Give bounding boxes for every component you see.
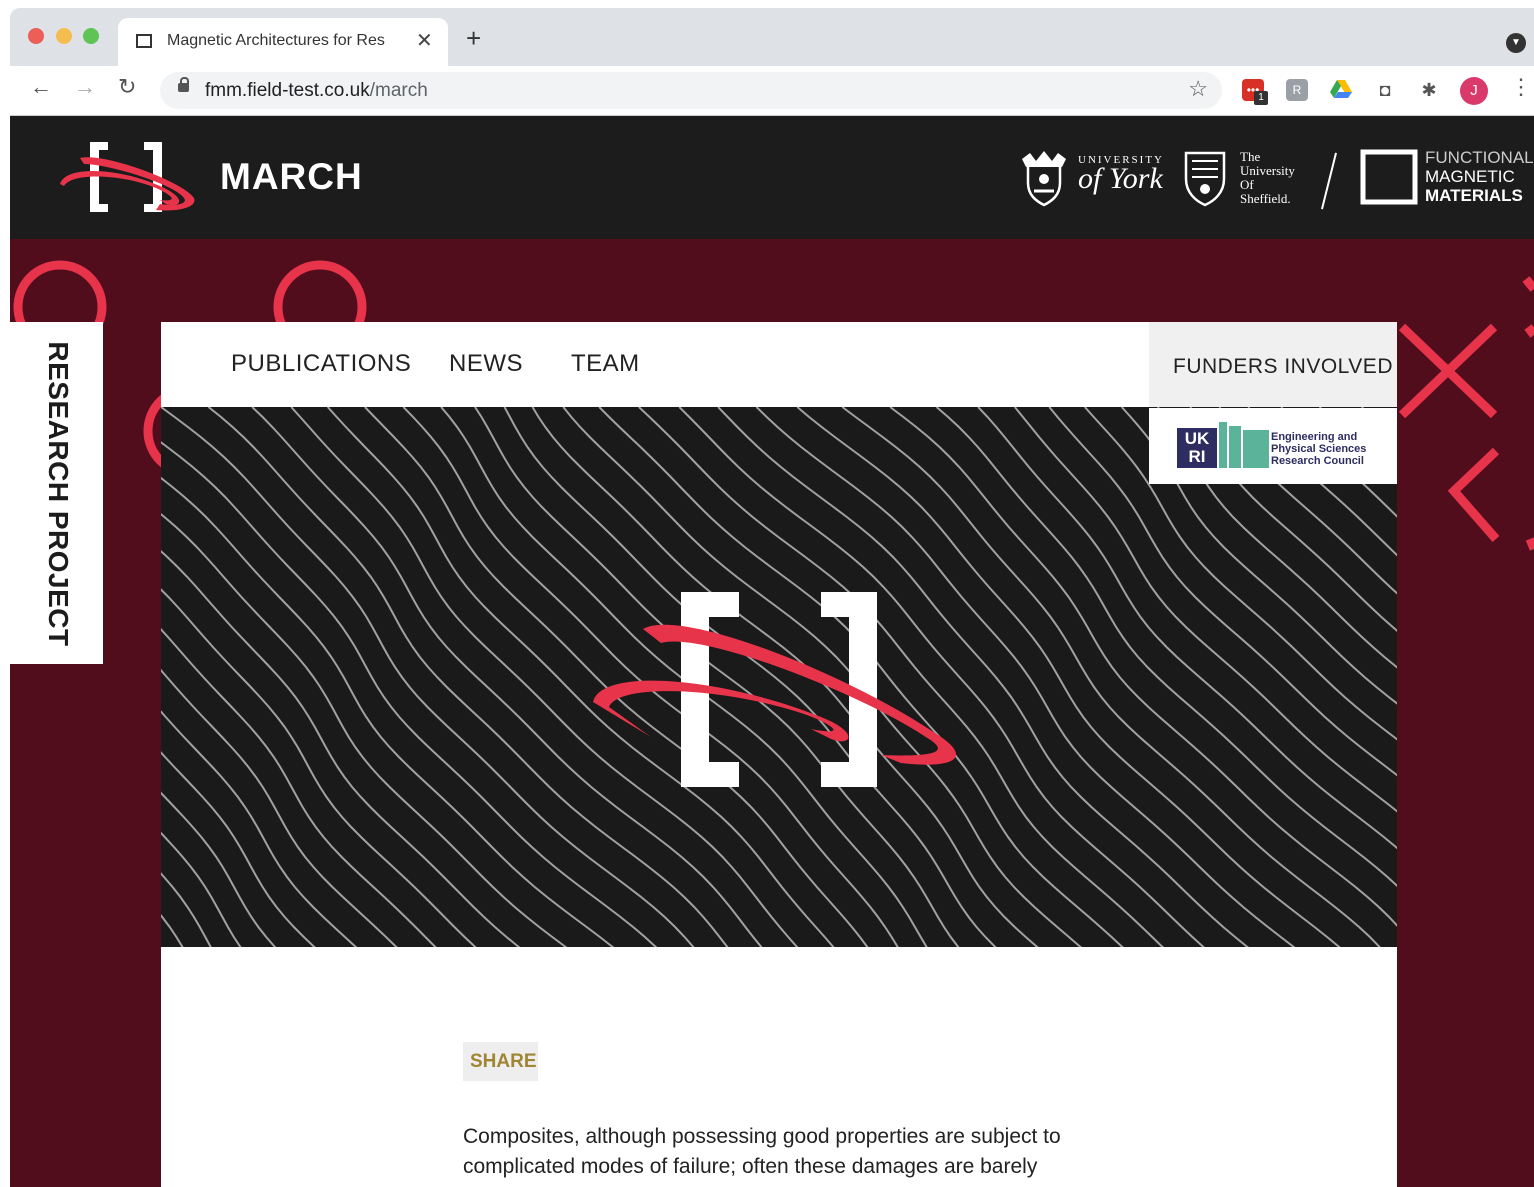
sheffield-line: The: [1240, 149, 1261, 164]
sheffield-line: Sheffield.: [1240, 191, 1291, 206]
nav-team[interactable]: TEAM: [571, 350, 640, 378]
url-path: /march: [369, 80, 428, 101]
wave-line: [161, 710, 358, 947]
reload-icon[interactable]: ↻: [118, 74, 136, 100]
wave-line: [1280, 407, 1397, 518]
logo-divider: [1321, 152, 1337, 210]
sheffield-logo-text: The University Of Sheffield.: [1240, 150, 1295, 206]
maximize-window-button[interactable]: [83, 28, 99, 44]
ukri-top-text: UK: [1184, 429, 1210, 448]
nav-publications[interactable]: PUBLICATIONS: [231, 350, 411, 378]
fmm-logo-icon: [1360, 149, 1418, 205]
wave-line: [977, 407, 1397, 850]
site-title[interactable]: MARCH: [220, 156, 363, 198]
wave-line: [161, 627, 437, 947]
wave-line: [503, 407, 997, 947]
tab-search-icon[interactable]: ▼: [1506, 33, 1526, 53]
sheffield-line: University: [1240, 163, 1295, 178]
wave-line: [161, 512, 568, 947]
wave-line: [1318, 407, 1397, 479]
share-button[interactable]: SHARE: [463, 1042, 538, 1081]
url-text: fmm.field-test.co.uk/march: [205, 80, 428, 102]
epsrc-line: Engineering and: [1271, 431, 1358, 443]
tab-bar: Magnetic Architectures for Res ✕ + ▼: [10, 8, 1534, 68]
browser-tab[interactable]: Magnetic Architectures for Res ✕: [118, 18, 448, 68]
funders-involved-label: FUNDERS INVOLVED: [1173, 355, 1393, 378]
wave-line: [161, 549, 521, 947]
ukri-logo-icon: UK RI: [1177, 428, 1217, 468]
fmm-logo-text: FUNCTIONAL MAGNETIC MATERIALS: [1425, 148, 1534, 205]
lock-icon: [178, 77, 189, 92]
extension-badge: 1: [1254, 91, 1268, 105]
wave-line: [161, 751, 316, 947]
fmm-line-3: MATERIALS: [1425, 186, 1523, 205]
extension-todo-icon[interactable]: ••• 1: [1242, 79, 1268, 105]
wave-lines-pattern: [161, 407, 1397, 947]
wave-line: [161, 831, 242, 947]
wave-line: [1048, 407, 1397, 777]
tab-title: Magnetic Architectures for Res: [167, 32, 385, 49]
research-project-tab[interactable]: RESEARCH PROJECT: [10, 322, 103, 664]
bookmark-star-icon[interactable]: ☆: [1188, 76, 1208, 102]
browser-menu-icon[interactable]: ⋮: [1510, 74, 1532, 100]
epsrc-logo[interactable]: UK RI Engineering and Physical Sciences …: [1149, 408, 1397, 484]
research-project-label: RESEARCH PROJECT: [43, 341, 74, 647]
epsrc-text: Engineering and Physical Sciences Resear…: [1271, 431, 1366, 467]
url-host: fmm.field-test.co.uk: [205, 80, 370, 101]
york-logo-text: UNIVERSITY of York: [1078, 154, 1164, 196]
favicon-icon: [136, 34, 152, 48]
ukri-bottom-text: RI: [1188, 447, 1206, 466]
wave-line: [1189, 407, 1397, 632]
minimize-window-button[interactable]: [56, 28, 72, 44]
york-big-text: of York: [1078, 162, 1163, 195]
nav-news[interactable]: NEWS: [449, 350, 523, 378]
drive-icon[interactable]: [1330, 79, 1352, 101]
new-tab-button[interactable]: +: [466, 25, 481, 51]
epsrc-line: Physical Sciences: [1271, 443, 1367, 455]
funders-panel[interactable]: FUNDERS INVOLVED: [1149, 322, 1397, 407]
hero-image: [161, 407, 1397, 947]
profile-avatar[interactable]: J: [1460, 77, 1488, 105]
wave-line: [1157, 407, 1397, 669]
march-logo[interactable]: [56, 138, 201, 216]
wave-line: [796, 407, 1341, 947]
browser-chrome: Magnetic Architectures for Res ✕ + ▼ ← →…: [10, 8, 1534, 116]
forward-icon[interactable]: →: [74, 74, 96, 100]
address-bar[interactable]: fmm.field-test.co.uk/march ☆: [160, 72, 1222, 109]
sheffield-line: Of: [1240, 177, 1254, 192]
wave-line: [678, 407, 1205, 947]
back-icon[interactable]: ←: [30, 74, 52, 100]
extensions-puzzle-icon[interactable]: ✱: [1418, 79, 1440, 101]
browser-toolbar: ← → ↻ fmm.field-test.co.uk/march ☆ ••• 1…: [10, 66, 1534, 116]
project-nav: PUBLICATIONS NEWS TEAM: [161, 322, 1149, 407]
site-header: MARCH UNIVERSITY of York The University …: [10, 116, 1534, 239]
wave-line: [161, 668, 398, 947]
tab-close-icon[interactable]: ✕: [416, 28, 433, 53]
sheffield-crest-icon: [1184, 151, 1226, 207]
epsrc-line: Research Council: [1271, 455, 1364, 467]
fmm-line-2: MAGNETIC: [1425, 167, 1515, 186]
camera-icon[interactable]: ◘: [1374, 79, 1396, 101]
fmm-line-1: FUNCTIONAL: [1425, 148, 1534, 167]
wave-line: [1218, 407, 1397, 595]
close-window-button[interactable]: [28, 28, 44, 44]
wave-line: [440, 407, 928, 947]
wave-line: [161, 407, 695, 947]
extension-r-icon[interactable]: R: [1286, 79, 1308, 101]
york-crest-icon: [1022, 151, 1066, 207]
hero-march-logo: [593, 592, 956, 787]
share-label: SHARE: [470, 1051, 537, 1072]
ukri-stripes-icon: [1219, 422, 1269, 468]
wave-line: [1120, 407, 1397, 705]
body-paragraph: Composites, although possessing good pro…: [463, 1125, 1061, 1178]
main-card: PUBLICATIONS NEWS TEAM FUNDERS INVOLVED …: [161, 322, 1397, 1187]
